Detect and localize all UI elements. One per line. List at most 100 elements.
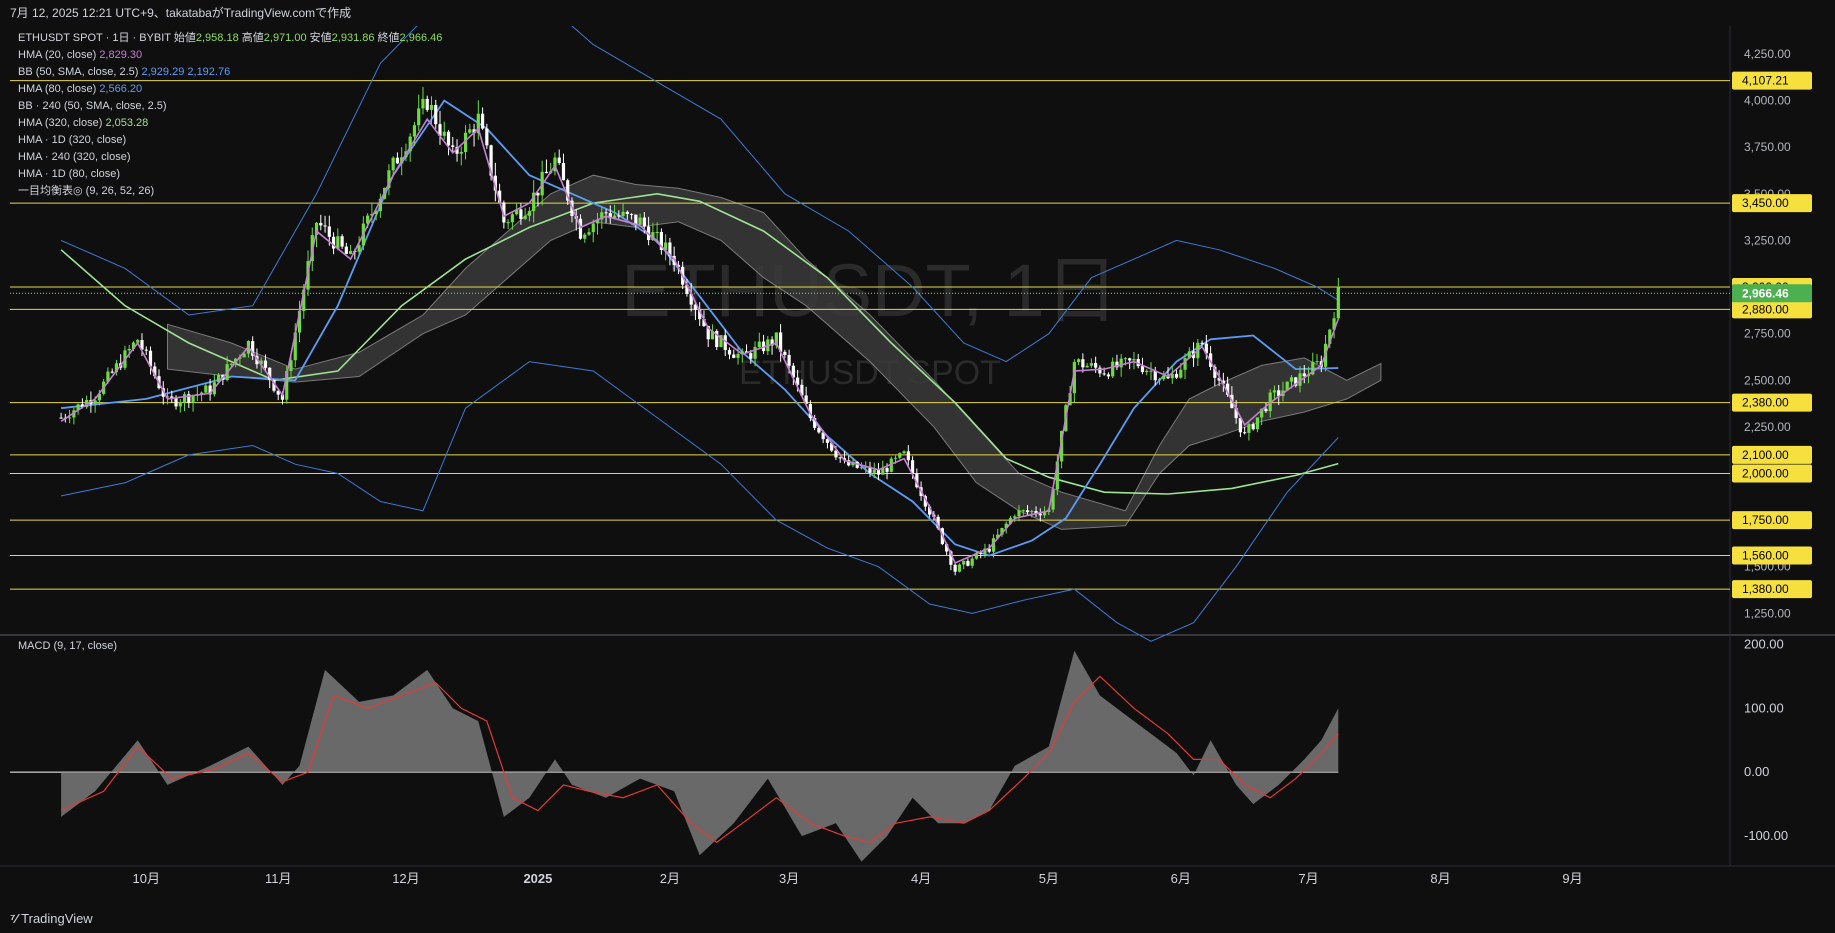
candle-body (634, 214, 638, 225)
symbol-line: ETHUSDT SPOT · 1日 · BYBIT (18, 32, 171, 44)
level-price-label: 2,380.00 (1742, 396, 1789, 410)
time-tick-label: 3月 (779, 871, 799, 886)
candle-body (625, 211, 629, 214)
time-tick-label: 2月 (660, 871, 680, 886)
legend-row-bb50[interactable]: BB (50, SMA, close, 2.5) 2,929.29 2,192.… (18, 64, 442, 81)
close-label: 終値 (377, 32, 400, 44)
candle-body (1174, 373, 1179, 378)
candle-body (1030, 511, 1034, 513)
candle-body (1081, 359, 1085, 368)
candle-body (510, 214, 514, 223)
candle-body (1157, 379, 1162, 381)
legend-value: 2,929.29 (141, 66, 185, 78)
time-tick-label: 7月 (1298, 871, 1318, 886)
candle-body (1038, 513, 1042, 516)
candle-body (953, 564, 957, 572)
candle-body (468, 129, 472, 133)
candle-body (638, 217, 642, 225)
candle-body (1145, 370, 1149, 373)
candle-body (604, 212, 608, 214)
price-tick-label: 4,000.00 (1744, 94, 1791, 108)
legend-row-hma240[interactable]: HMA · 240 (320, close) (18, 149, 442, 166)
candle-body (557, 157, 561, 163)
legend-label: HMA (20, close) (18, 49, 97, 61)
candle-body (1123, 358, 1128, 360)
candle-body (962, 560, 966, 565)
candle-body (506, 222, 510, 224)
legend-label: 一目均衡表◎ (9, 26, 52, 26) (18, 185, 155, 197)
candle-body (655, 231, 659, 233)
candle-body (1119, 358, 1123, 368)
open-value: 2,958.18 (195, 32, 239, 44)
price-tick-label: 4,250.00 (1744, 47, 1791, 61)
candle-body (885, 468, 889, 472)
legend-label: HMA · 1D (320, close) (18, 134, 127, 146)
candle-body (480, 113, 485, 129)
legend-value-2: 2,192.76 (187, 66, 231, 78)
footer: ⁷⁄ TradingView (0, 905, 1835, 933)
candle-body (527, 211, 532, 216)
legend-label: BB · 240 (50, SMA, close, 2.5) (18, 100, 167, 112)
candle-body (817, 427, 821, 433)
candle-body (1251, 424, 1255, 430)
tradingview-logo-text: TradingView (21, 911, 93, 926)
chart-caption: 7月 12, 2025 12:21 UTC+9、takatabaがTrading… (10, 6, 352, 20)
candle-body (451, 145, 455, 147)
legend-value: 2,566.20 (99, 83, 143, 95)
candle-body (59, 417, 63, 419)
candle-body (642, 217, 646, 227)
time-tick-label: 12月 (392, 871, 419, 886)
candle-body (1132, 359, 1136, 361)
legend-label: BB (50, SMA, close, 2.5) (18, 66, 139, 78)
candle-body (1149, 370, 1153, 372)
candle-body (957, 564, 962, 572)
time-tick-label: 10月 (133, 871, 160, 886)
legend-label: HMA · 1D (80, close) (18, 168, 121, 180)
candle-body (327, 226, 331, 237)
candle-body (561, 162, 566, 181)
price-tick-label: 3,750.00 (1744, 140, 1791, 154)
candle-body (1106, 374, 1111, 377)
legend-row-hma1d320[interactable]: HMA · 1D (320, close) (18, 132, 442, 149)
legend-label: HMA (320, close) (18, 117, 103, 129)
legend-row-hma20[interactable]: HMA (20, close) 2,829.30 (18, 47, 442, 64)
candle-body (970, 558, 974, 566)
candle-body (182, 394, 187, 403)
candle-body (1094, 363, 1098, 368)
legend-row-hma80[interactable]: HMA (80, close) 2,566.20 (18, 81, 442, 98)
candle-body (732, 354, 736, 358)
price-tick-label: 2,500.00 (1744, 373, 1791, 387)
candle-body (1077, 359, 1081, 363)
candle-body (319, 222, 323, 226)
symbol-row[interactable]: ETHUSDT SPOT · 1日 · BYBIT 始値2,958.18 高値2… (18, 30, 442, 47)
candle-body (519, 209, 523, 219)
level-price-label: 1,380.00 (1742, 582, 1789, 596)
legend-row-bb240[interactable]: BB · 240 (50, SMA, close, 2.5) (18, 98, 442, 115)
candle-body (591, 223, 595, 233)
candle-body (1200, 342, 1204, 344)
candle-body (93, 400, 97, 405)
candle-body (1289, 377, 1294, 382)
candle-body (906, 451, 910, 461)
level-price-label: 1,750.00 (1742, 513, 1789, 527)
candle-body (859, 467, 864, 469)
candle-body (323, 225, 327, 227)
legend-row-hma320[interactable]: HMA (320, close) 2,053.28 (18, 115, 442, 132)
candle-body (442, 131, 446, 136)
candle-body (1255, 417, 1260, 430)
last-price-label: 2,966.46 (1742, 286, 1789, 300)
candle-body (621, 211, 625, 217)
level-price-label: 2,100.00 (1742, 448, 1789, 462)
low-label: 安値 (309, 32, 332, 44)
macd-label[interactable]: MACD (9, 17, close) (18, 640, 117, 652)
level-price-label: 1,560.00 (1742, 549, 1789, 563)
legend-row-ichimoku[interactable]: 一目均衡表◎ (9, 26, 52, 26) (18, 183, 442, 200)
legend-value: 2,829.30 (99, 49, 143, 61)
candle-body (787, 355, 791, 366)
legend-row-hma1d80[interactable]: HMA · 1D (80, close) (18, 166, 442, 183)
time-tick-label: 11月 (265, 871, 292, 886)
candle-body (629, 213, 634, 215)
price-tick-label: 2,250.00 (1744, 420, 1791, 434)
candle-body (1162, 375, 1166, 380)
candle-body (1111, 361, 1115, 377)
